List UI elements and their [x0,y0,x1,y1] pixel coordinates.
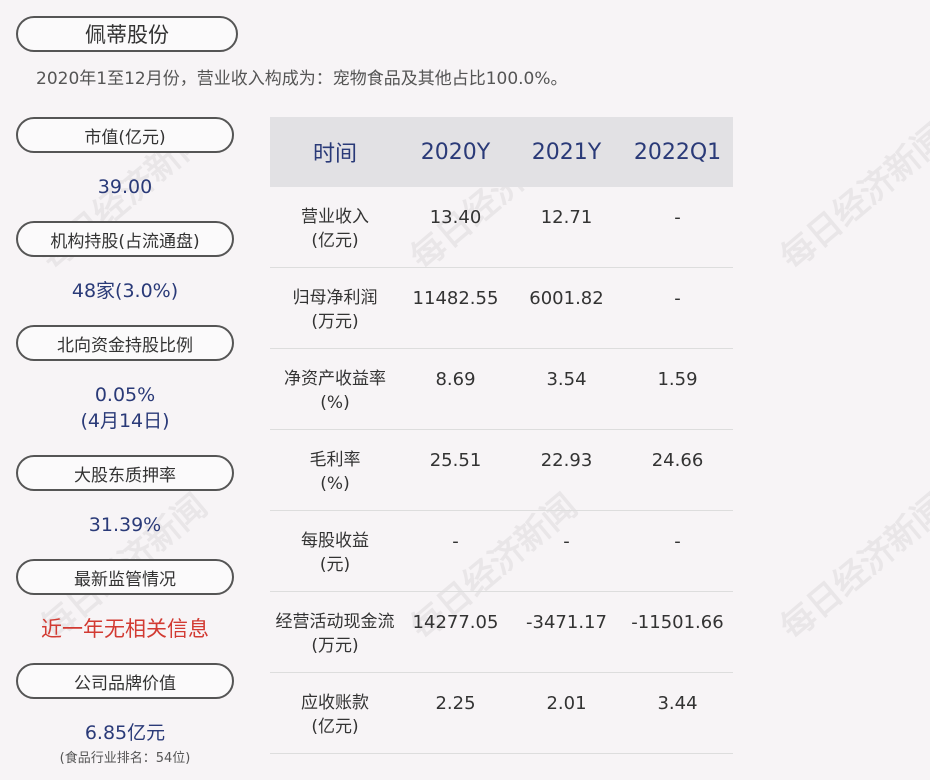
row-unit: (%) [320,393,350,413]
row-value: - [563,531,570,552]
row-value: - [674,531,681,552]
row-label: 归母净利润 [292,288,378,308]
row-label: 应收账款 [301,693,369,713]
row-label: 经营活动现金流 [275,612,395,632]
watermark-3: 每日经济新闻 [773,116,930,279]
table-row: 营业收入 (亿元) 13.40 12.71 - [270,187,733,268]
row-unit: (元) [319,555,351,575]
watermark-6: 每日经济新闻 [773,486,930,649]
row-unit: (%) [320,474,350,494]
northbound-label: 北向资金持股比例 [16,325,234,361]
revenue-composition: 2020年1至12月份，营业收入构成为：宠物食品及其他占比100.0%。 [36,69,568,89]
row-value: - [674,207,681,228]
table-row: 归母净利润 (万元) 11482.55 6001.82 - [270,268,733,349]
row-value: 2.01 [546,693,587,714]
row-unit: (亿元) [311,231,359,251]
row-value: 14277.05 [412,612,499,633]
brand-value: 6.85亿元 [84,722,166,744]
row-label: 净资产收益率 [284,369,386,389]
row-value: 8.69 [435,369,476,390]
row-unit: (万元) [311,312,359,332]
header-2021y: 2021Y [531,139,602,165]
financial-table: 时间 2020Y 2021Y 2022Q1 营业收入 (亿元) 13.40 12… [270,117,733,754]
table-row: 应收账款 (亿元) 2.25 2.01 3.44 [270,673,733,754]
table-row: 净资产收益率 (%) 8.69 3.54 1.59 [270,349,733,430]
row-unit: (亿元) [311,717,359,737]
row-label: 营业收入 [301,207,369,227]
brand-label: 公司品牌价值 [16,663,234,699]
header-2020y: 2020Y [420,139,491,165]
institutional-value: 48家(3.0%) [71,280,179,302]
row-unit: (万元) [311,636,359,656]
brand-rank-note: (食品行业排名：54位) [59,751,191,766]
institutional-label: 机构持股(占流通盘) [16,221,234,257]
row-value: 22.93 [540,450,593,471]
northbound-date: (4月14日) [80,410,170,432]
table-row: 每股收益 (元) - - - [270,511,733,592]
row-value: -3471.17 [526,612,607,633]
row-value: 3.54 [546,369,587,390]
row-value: 3.44 [657,693,698,714]
market-cap-value: 39.00 [97,176,153,198]
table-row: 毛利率 (%) 25.51 22.93 24.66 [270,430,733,511]
company-title: 佩蒂股份 [16,16,238,52]
row-value: 11482.55 [412,288,499,309]
row-value: 6001.82 [529,288,604,309]
regulation-label: 最新监管情况 [16,559,234,595]
row-label: 毛利率 [309,450,361,470]
row-value: 12.71 [540,207,593,228]
row-value: 1.59 [657,369,698,390]
row-value: - [452,531,459,552]
row-value: 2.25 [435,693,476,714]
pledge-label: 大股东质押率 [16,455,234,491]
row-value: 24.66 [651,450,704,471]
pledge-value: 31.39% [88,514,162,536]
row-value: 13.40 [429,207,482,228]
row-value: - [674,288,681,309]
row-value: -11501.66 [631,612,724,633]
market-cap-label: 市值(亿元) [16,117,234,153]
table-row: 经营活动现金流 (万元) 14277.05 -3471.17 -11501.66 [270,592,733,673]
header-2022q1: 2022Q1 [633,139,722,165]
header-time: 时间 [312,142,357,167]
northbound-value: 0.05% [94,384,156,406]
regulation-value: 近一年无相关信息 [41,617,209,641]
row-label: 每股收益 [301,531,369,551]
table-header: 时间 2020Y 2021Y 2022Q1 [270,117,733,187]
row-value: 25.51 [429,450,482,471]
